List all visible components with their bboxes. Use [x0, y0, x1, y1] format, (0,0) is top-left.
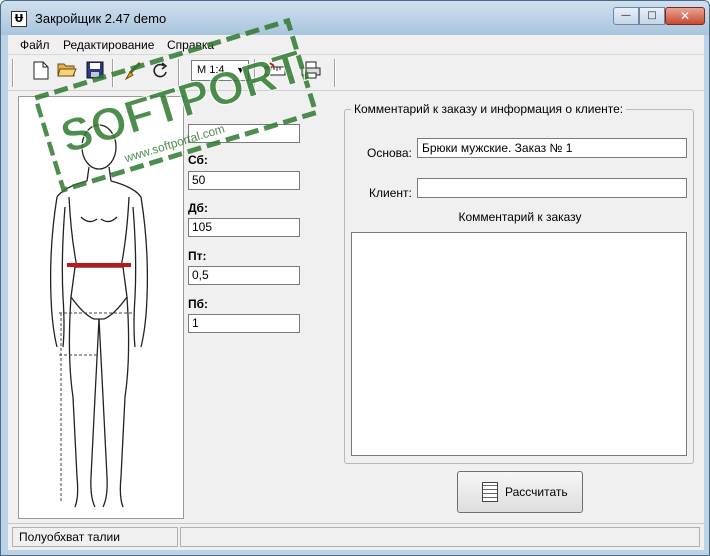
- scale-select[interactable]: М 1:4 ▼: [191, 60, 249, 81]
- calculator-icon: [482, 482, 498, 502]
- calculate-label: Рассчитать: [505, 485, 568, 499]
- client-field[interactable]: [417, 178, 687, 198]
- param-label-pb: Пб:: [188, 297, 209, 311]
- app-window: Ʉ Закройщик 2.47 demo — □ ✕ Файл Редакти…: [0, 0, 710, 556]
- ruler-icon[interactable]: [264, 61, 286, 83]
- comment-textarea[interactable]: [351, 232, 687, 456]
- print-icon[interactable]: [300, 61, 322, 83]
- menu-file[interactable]: Файл: [20, 38, 50, 52]
- title-bar[interactable]: Ʉ Закройщик 2.47 demo — □ ✕: [1, 1, 709, 35]
- new-file-icon[interactable]: [30, 61, 52, 83]
- base-label: Основа:: [367, 146, 412, 160]
- param-input-db[interactable]: 105: [188, 218, 300, 237]
- toolbar-separator: [12, 59, 14, 87]
- minimize-button[interactable]: —: [613, 7, 639, 25]
- status-bar: Полуобхват талии: [8, 523, 704, 550]
- save-icon[interactable]: [84, 61, 106, 83]
- chevron-down-icon: ▼: [236, 65, 245, 75]
- status-text: Полуобхват талии: [12, 527, 178, 547]
- calculate-button[interactable]: Рассчитать: [457, 471, 583, 513]
- open-folder-icon[interactable]: [56, 61, 78, 83]
- menu-bar: Файл Редактирование Справка: [8, 35, 704, 55]
- client-label: Клиент:: [369, 186, 412, 200]
- maximize-button[interactable]: □: [639, 7, 665, 25]
- toolbar-separator: [112, 59, 114, 87]
- client-area: Сб: 50 Дб: 105 Пт: 0,5 Пб: 1 Комментарий…: [8, 91, 704, 523]
- scale-value: М 1:4: [197, 64, 225, 76]
- client-info-caption: Комментарий к заказу и информация о клие…: [351, 102, 627, 116]
- param-label-pt: Пт:: [188, 249, 207, 263]
- toolbar-separator: [334, 59, 336, 87]
- status-secondary: [180, 527, 700, 547]
- body-figure-panel: [18, 96, 184, 519]
- app-icon: Ʉ: [11, 11, 27, 27]
- window-title: Закройщик 2.47 demo: [35, 11, 167, 26]
- client-info-group: Комментарий к заказу и информация о клие…: [344, 102, 694, 464]
- param-input[interactable]: [188, 124, 300, 143]
- refresh-icon[interactable]: [149, 61, 171, 83]
- close-button[interactable]: ✕: [665, 7, 705, 25]
- base-field[interactable]: Брюки мужские. Заказ № 1: [417, 138, 687, 158]
- comment-heading: Комментарий к заказу: [458, 210, 582, 224]
- param-label-sb: Сб:: [188, 153, 208, 167]
- param-label-db: Дб:: [188, 201, 208, 215]
- brush-icon[interactable]: [122, 61, 144, 83]
- toolbar-separator: [178, 59, 180, 87]
- param-input-pb[interactable]: 1: [188, 314, 300, 333]
- body-figure-illustration: [49, 124, 149, 508]
- param-input-pt[interactable]: 0,5: [188, 266, 300, 285]
- toolbar-separator: [254, 59, 256, 87]
- menu-help[interactable]: Справка: [167, 38, 214, 52]
- menu-edit[interactable]: Редактирование: [63, 38, 154, 52]
- measurements-panel: Сб: 50 Дб: 105 Пт: 0,5 Пб: 1: [188, 91, 343, 521]
- toolbar: М 1:4 ▼: [8, 55, 704, 91]
- param-input-sb[interactable]: 50: [188, 171, 300, 190]
